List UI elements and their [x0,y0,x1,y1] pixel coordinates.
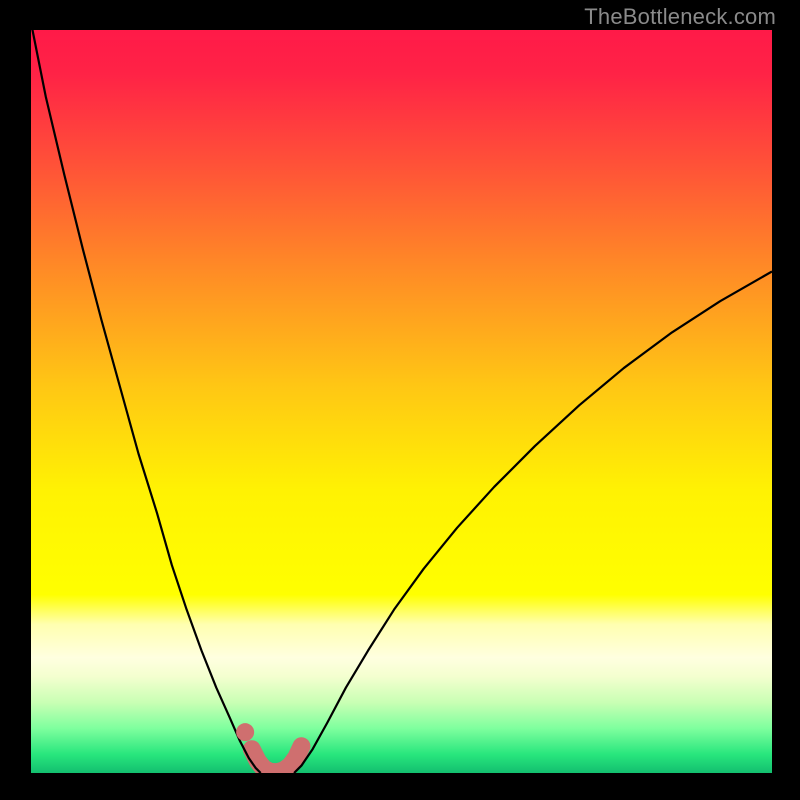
bottleneck-chart [0,0,800,800]
plot-background [31,30,772,773]
watermark-text: TheBottleneck.com [584,4,776,30]
highlight-dot [236,723,254,741]
